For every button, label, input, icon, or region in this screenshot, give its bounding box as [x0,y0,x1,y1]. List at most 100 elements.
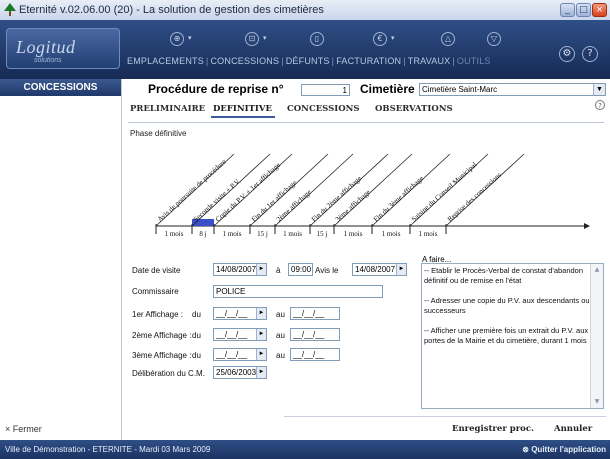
window-titlebar: Eternité v.02.06.00 (20) - La solution d… [0,0,610,21]
nav-emplacements[interactable]: EMPLACEMENTS [127,56,204,66]
phase-title: Phase définitive [130,129,187,138]
emplacements-icon[interactable]: ⊕ [170,32,184,46]
duration-label: 1 mois [223,230,242,238]
cemetery-label: Cimetière [360,82,415,96]
aff2-from-field[interactable]: __/__/__ ► [213,328,267,341]
maximize-button[interactable]: □ [576,3,591,17]
visit-date-value: 14/08/2007 [216,265,257,274]
todo-content: -- Etablir le Procès-Verbal de constat d… [424,266,590,356]
calendar-arrow-icon[interactable]: ► [396,264,406,275]
commissioner-field[interactable]: POLICE [213,285,383,298]
aff1-from-label: du [192,310,201,319]
procedure-number-field[interactable]: 1 [301,84,350,96]
todo-scrollbar[interactable]: ▲ ▼ [590,264,603,408]
outils-icon[interactable]: ▽ [487,32,501,46]
help-icon[interactable]: ? [582,46,598,62]
aff3-label: 3ème Affichage : [132,351,192,360]
deliberation-date-value: 25/06/2003 [216,368,257,377]
tab-definitive[interactable]: DEFINITIVE [213,104,272,114]
aff2-from-value: __/__/__ [216,330,248,339]
notice-date-field[interactable]: 14/08/2007 ► [352,263,407,276]
visit-date-label: Date de visite [132,266,181,275]
procedure-timeline: Avis de poursuite de procédureSeconde vi… [155,153,590,238]
cemetery-select[interactable]: Cimetière Saint-Marc ▼ [419,83,606,96]
scroll-down-icon[interactable]: ▼ [592,397,602,407]
calendar-arrow-icon[interactable]: ► [256,308,266,319]
tab-observations[interactable]: OBSERVATIONS [375,104,453,114]
minimize-button[interactable]: _ [560,3,575,17]
aff1-from-field[interactable]: __/__/__ ► [213,307,267,320]
status-bar: Ville de Démonstration - ETERNITE - Mard… [0,440,610,459]
at-label: à [276,266,281,275]
scroll-up-icon[interactable]: ▲ [592,265,602,275]
notice-label: Avis le [315,266,339,275]
aff1-to-label: au [276,310,285,319]
chevron-down-icon[interactable]: ▾ [391,34,395,42]
duration-label: 1 mois [344,230,363,238]
travaux-icon[interactable]: △ [441,32,455,46]
deliberation-label: Délibération du C.M. [132,369,205,378]
nav-concessions[interactable]: CONCESSIONS [210,56,279,66]
aff2-to-label: au [276,331,285,340]
aff2-label: 2ème Affichage : [132,331,192,340]
todo-item: -- Adresser une copie du P.V. aux descen… [424,296,590,315]
aff3-to-label: au [276,351,285,360]
logo-name: Logitud [16,37,76,57]
nav-defunts[interactable]: DÉFUNTS [286,56,330,66]
defunts-icon[interactable]: ▯ [310,32,324,46]
actions-divider [284,416,606,417]
cancel-button[interactable]: Annuler [554,424,592,434]
status-text: Ville de Démonstration - ETERNITE - Mard… [5,445,211,454]
close-window-button[interactable]: × [592,3,607,17]
visit-time-field[interactable]: 09:00 [288,263,313,276]
chevron-down-icon[interactable]: ▼ [593,84,605,95]
main-panel: Procédure de reprise n° 1 Cimetière Cime… [122,79,610,440]
aff3-from-field[interactable]: __/__/__ ► [213,348,267,361]
aff2-to-field[interactable]: __/__/__ [290,328,340,341]
aff3-to-field[interactable]: __/__/__ [290,348,340,361]
calendar-arrow-icon[interactable]: ► [256,367,266,378]
close-module-link[interactable]: × Fermer [5,424,42,434]
save-button[interactable]: Enregistrer proc. [452,424,534,434]
aff3-from-label: du [192,351,201,360]
commissioner-label: Commissaire [132,287,179,296]
main-nav: EMPLACEMENTS | CONCESSIONS | DÉFUNTS | FACTURA… [127,56,491,66]
duration-label: 15 j [317,230,328,238]
quit-button[interactable]: ⊗ Quitter l'application [522,440,606,459]
quit-label: Quitter l'application [531,445,606,454]
aff1-to-field[interactable]: __/__/__ [290,307,340,320]
settings-icon[interactable]: ⚙ [559,46,575,62]
chevron-down-icon[interactable]: ▾ [263,34,267,42]
procedure-label: Procédure de reprise n° [148,82,284,96]
nav-outils[interactable]: OUTILS [457,56,491,66]
calendar-arrow-icon[interactable]: ► [256,329,266,340]
tab-preliminaire[interactable]: PRELIMINAIRE [130,104,205,114]
duration-label: 1 mois [419,230,438,238]
todo-textarea[interactable]: -- Etablir le Procès-Verbal de constat d… [421,263,604,409]
visit-date-field[interactable]: 14/08/2007 ► [213,263,267,276]
euro-icon[interactable]: € [373,32,387,46]
chevron-down-icon[interactable]: ▾ [188,34,192,42]
calendar-arrow-icon[interactable]: ► [256,264,266,275]
help-icon[interactable]: ? [595,100,605,110]
deliberation-date-field[interactable]: 25/06/2003 ► [213,366,267,379]
logo-tagline: solutions [34,57,62,64]
aff3-from-value: __/__/__ [216,350,248,359]
concessions-icon[interactable]: ⊡ [245,32,259,46]
todo-item: -- Etablir le Procès-Verbal de constat d… [424,266,584,285]
aff2-from-label: du [192,331,201,340]
tab-concessions[interactable]: CONCESSIONS [287,104,360,114]
nav-travaux[interactable]: TRAVAUX [408,56,451,66]
duration-label: 1 mois [382,230,401,238]
duration-label: 15 j [257,230,268,238]
cemetery-value: Cimetière Saint-Marc [422,85,498,94]
logitud-logo: Logitud solutions [6,28,120,69]
tab-divider [128,122,604,123]
calendar-arrow-icon[interactable]: ► [256,349,266,360]
nav-facturation[interactable]: FACTURATION [336,56,401,66]
active-tab-indicator [211,116,275,118]
aff1-from-value: __/__/__ [216,309,248,318]
timeline-arrow [584,223,590,229]
step-label: Saisine du Conseil Municipal [410,161,478,224]
duration-label: 1 mois [165,230,184,238]
